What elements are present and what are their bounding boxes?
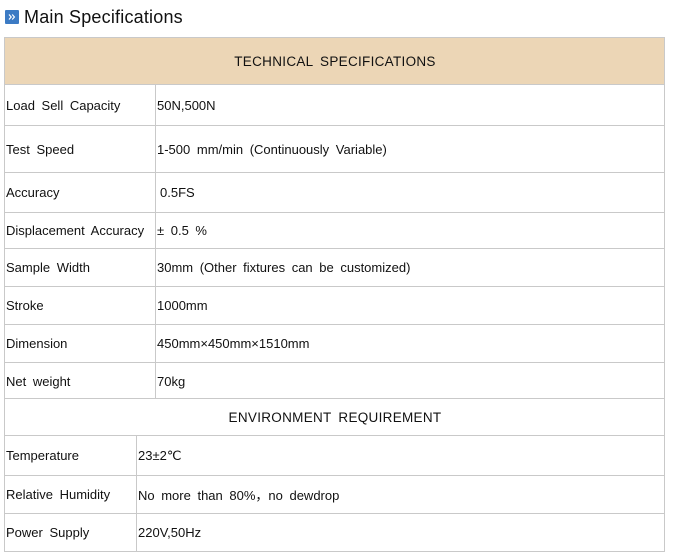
- row-value: 450mm×450mm×1510mm: [154, 324, 666, 363]
- row-value: 1000mm: [154, 286, 666, 325]
- technical-specifications-table: TECHNICAL SPECIFICATIONS Load Sell Capac…: [3, 37, 666, 401]
- table-row: Load Sell Capacity 50N,500N: [4, 84, 666, 126]
- row-value: No more than 80%，no dewdrop: [135, 475, 666, 514]
- row-value: 220V,50Hz: [135, 513, 666, 552]
- row-label: Relative Humidity: [4, 475, 137, 514]
- table-row: Power Supply 220V,50Hz: [4, 513, 666, 552]
- table-row: Test Speed 1-500 mm/min (Continuously Va…: [4, 125, 666, 173]
- table-row: Relative Humidity No more than 80%，no de…: [4, 475, 666, 514]
- row-label: Net weight: [4, 362, 156, 401]
- environment-header-row: ENVIRONMENT REQUIREMENT: [3, 398, 666, 436]
- table-row: Temperature 23±2℃: [4, 435, 666, 476]
- row-label: Temperature: [4, 435, 137, 476]
- technical-header: TECHNICAL SPECIFICATIONS: [3, 37, 666, 85]
- row-value: 70kg: [154, 362, 666, 401]
- table-row: Sample Width 30mm (Other fixtures can be…: [4, 248, 666, 287]
- row-label: Power Supply: [4, 513, 137, 552]
- row-value: 50N,500N: [154, 84, 666, 126]
- table-row: Dimension 450mm×450mm×1510mm: [4, 324, 666, 363]
- row-label: Load Sell Capacity: [4, 84, 156, 126]
- table-row: Net weight 70kg: [4, 362, 666, 401]
- table-row: Accuracy 0.5FS: [4, 172, 666, 213]
- section-title: Main Specifications: [24, 6, 183, 27]
- row-label: Displacement Accuracy: [4, 212, 156, 249]
- double-chevron-right-icon: [5, 10, 19, 24]
- table-row: Stroke 1000mm: [4, 286, 666, 325]
- row-label: Accuracy: [4, 172, 156, 213]
- row-label: Stroke: [4, 286, 156, 325]
- row-label: Sample Width: [4, 248, 156, 287]
- row-value: ± 0.5 %: [154, 212, 666, 249]
- row-value: 30mm (Other fixtures can be customized): [154, 248, 666, 287]
- row-value: 1-500 mm/min (Continuously Variable): [154, 125, 666, 173]
- section-heading: Main Specifications: [5, 5, 183, 29]
- row-value: 0.5FS: [154, 172, 666, 213]
- table-row: Displacement Accuracy ± 0.5 %: [4, 212, 666, 249]
- row-value: 23±2℃: [135, 435, 666, 476]
- technical-header-row: TECHNICAL SPECIFICATIONS: [3, 37, 666, 85]
- environment-requirement-table: ENVIRONMENT REQUIREMENT Temperature 23±2…: [3, 398, 666, 552]
- environment-header: ENVIRONMENT REQUIREMENT: [3, 398, 666, 436]
- row-label: Dimension: [4, 324, 156, 363]
- row-label: Test Speed: [4, 125, 156, 173]
